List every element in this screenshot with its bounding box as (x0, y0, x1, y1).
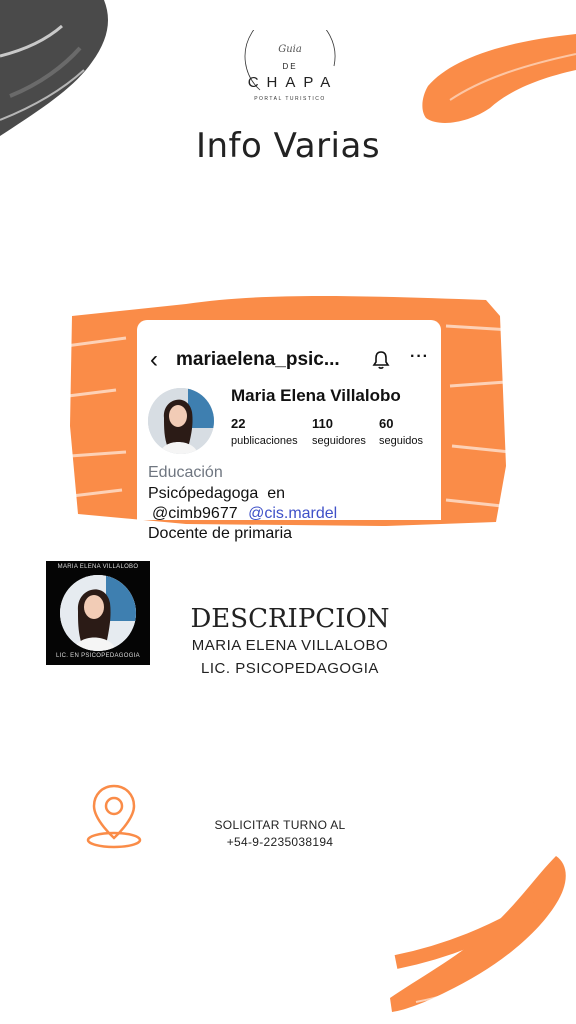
logo-name: CHAPA (247, 74, 339, 91)
location-pin-icon (86, 784, 142, 849)
bio-mention-cimb[interactable]: @cimb9677 (148, 505, 238, 522)
profile-display-name: Maria Elena Villalobo (231, 386, 401, 405)
stat-following-label[interactable]: seguidos (379, 435, 423, 447)
stat-posts-count: 22 (231, 416, 246, 431)
description-title: DESCRIPCION (190, 604, 390, 634)
instagram-username: mariaelena_psic... (176, 349, 340, 370)
stat-followers-count[interactable]: 110 (312, 416, 333, 431)
bio-category: Educación (148, 464, 223, 481)
logo-script: Guia (278, 44, 302, 55)
logo-tagline: PORTAL TURISTICO (254, 96, 326, 102)
bio-mention-cis-mardel[interactable]: @cis.mardel (242, 505, 337, 522)
orange-brush-stroke-top-right (422, 34, 576, 123)
contact-phone[interactable]: +54-9-2235038194 (180, 835, 380, 849)
profile-thumbnail: MARIA ELENA VILLALOBO LIC. EN PSICOPEDAG… (46, 561, 150, 665)
dark-brush-stroke-top-left (0, 0, 108, 136)
stat-followers-label[interactable]: seguidores (312, 435, 366, 447)
orange-brush-stroke-bottom-right (390, 856, 566, 1012)
bell-icon[interactable] (372, 350, 390, 370)
more-icon[interactable]: ··· (410, 348, 429, 366)
thumbnail-portrait (60, 575, 136, 651)
brand-logo: Guia DE CHAPA PORTAL TURISTICO (230, 30, 350, 126)
description-name: MARIA ELENA VILLALOBO (191, 637, 389, 654)
stat-posts-label: publicaciones (231, 435, 298, 447)
description-degree: LIC. PSICOPEDAGOGIA (201, 660, 379, 677)
bio-line-3: Docente de primaria (148, 525, 293, 542)
back-chevron-icon[interactable]: ‹ (150, 346, 158, 374)
stat-following-count[interactable]: 60 (379, 416, 393, 431)
bio-line-1: Psicópedagoga en (148, 485, 285, 502)
logo-de: DE (282, 62, 298, 71)
avatar[interactable] (148, 388, 214, 454)
contact-label: SOLICITAR TURNO AL (214, 818, 346, 832)
page-title: Info Varias (195, 126, 381, 166)
bio-line-2: @cimb9677 @cis.mardel (148, 505, 337, 523)
thumbnail-bottom-text: LIC. EN PSICOPEDAGOGIA (56, 653, 140, 659)
thumbnail-top-text: MARIA ELENA VILLALOBO (57, 564, 139, 570)
